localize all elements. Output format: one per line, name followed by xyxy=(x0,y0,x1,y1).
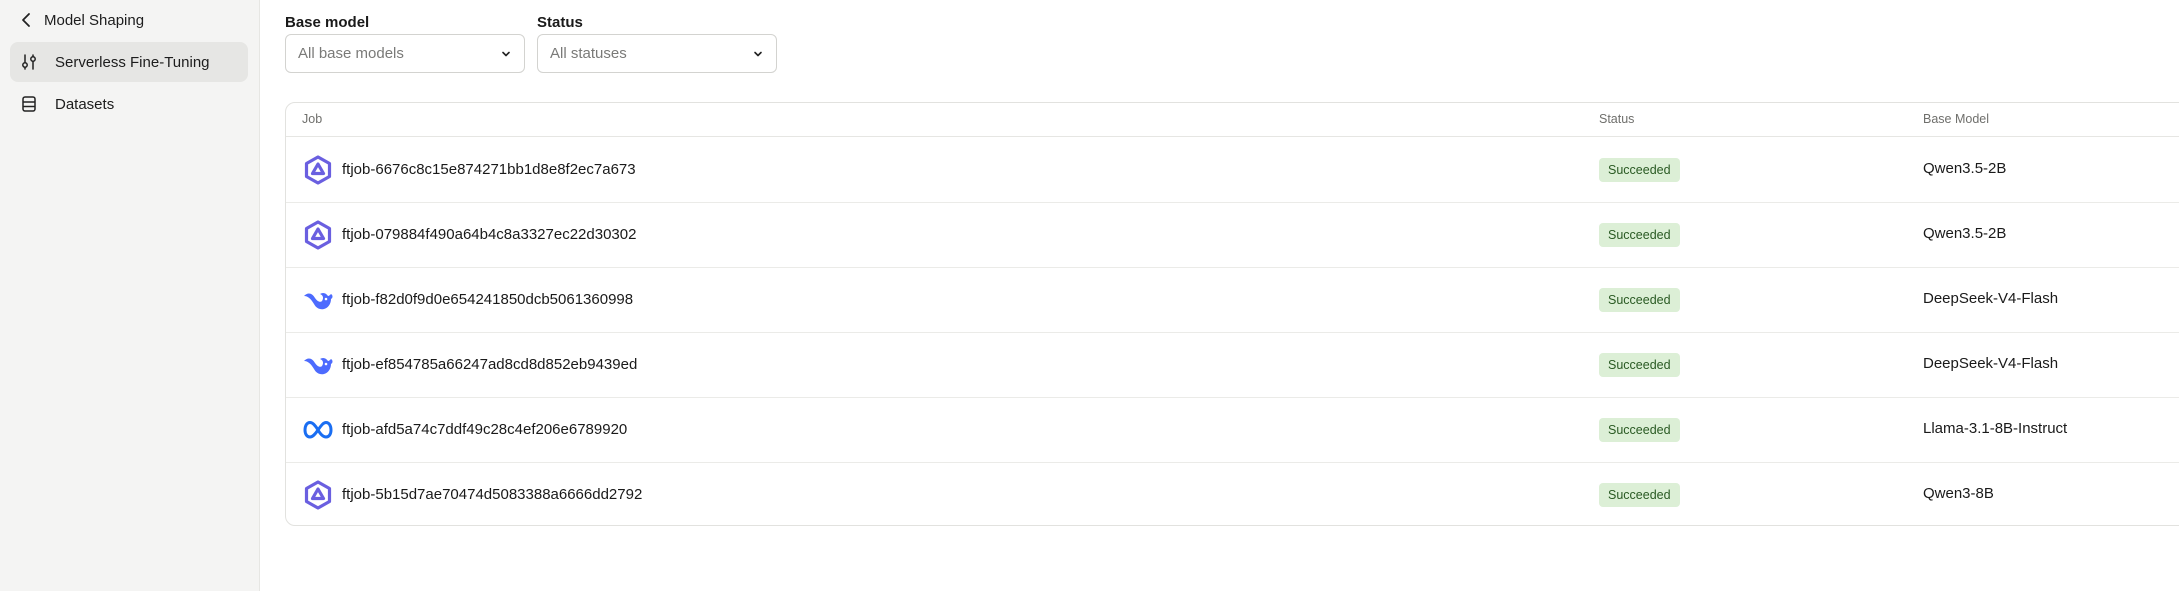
chevron-down-icon xyxy=(502,51,510,56)
sidebar-item-label: Datasets xyxy=(55,95,115,113)
qwen-icon xyxy=(304,480,332,510)
status-filter-label: Status xyxy=(537,14,583,31)
job-id[interactable]: ftjob-079884f490a64b4c8a3327ec22d30302 xyxy=(342,202,636,267)
column-header-status: Status xyxy=(1599,112,1635,126)
base-model-select[interactable]: All base models xyxy=(285,34,525,73)
job-id[interactable]: ftjob-6676c8c15e874271bb1d8e8f2ec7a673 xyxy=(342,137,636,202)
table-header: Job Status Base Model xyxy=(286,103,2179,137)
sidebar-item-serverless-fine-tuning[interactable]: Serverless Fine-Tuning xyxy=(10,42,248,82)
table-row[interactable]: ftjob-afd5a74c7ddf49c28c4ef206e6789920 S… xyxy=(286,397,2179,463)
table-row[interactable]: ftjob-ef854785a66247ad8cd8d852eb9439ed S… xyxy=(286,332,2179,398)
sidebar-item-label: Serverless Fine-Tuning xyxy=(55,53,210,71)
column-header-base-model: Base Model xyxy=(1923,112,1990,126)
sidebar: Model Shaping Serverless Fine-Tuning Dat… xyxy=(0,0,260,591)
job-id[interactable]: ftjob-ef854785a66247ad8cd8d852eb9439ed xyxy=(342,332,637,397)
base-model-cell: Qwen3.5-2B xyxy=(1923,160,2007,177)
base-model-cell: DeepSeek-V4-Flash xyxy=(1923,290,2059,307)
column-header-job: Job xyxy=(302,112,323,126)
database-icon xyxy=(22,96,36,112)
job-id[interactable]: ftjob-5b15d7ae70474d5083388a6666dd2792 xyxy=(342,462,642,527)
base-model-cell: DeepSeek-V4-Flash xyxy=(1923,355,2059,372)
base-model-cell: Llama-3.1-8B-Instruct xyxy=(1923,420,2068,437)
base-model-cell: Qwen3.5-2B xyxy=(1923,225,2007,242)
chevron-left-icon xyxy=(22,13,30,27)
qwen-icon xyxy=(304,220,332,250)
job-id[interactable]: ftjob-afd5a74c7ddf49c28c4ef206e6789920 xyxy=(342,397,627,462)
job-id[interactable]: ftjob-f82d0f9d0e654241850dcb5061360998 xyxy=(342,267,633,332)
sliders-icon xyxy=(22,54,36,70)
status-badge: Succeeded xyxy=(1599,418,1680,442)
meta-icon xyxy=(303,421,333,439)
base-model-filter-label: Base model xyxy=(285,14,370,31)
table-row[interactable]: ftjob-079884f490a64b4c8a3327ec22d30302 S… xyxy=(286,202,2179,268)
status-badge: Succeeded xyxy=(1599,158,1680,182)
status-select-value: All statuses xyxy=(550,45,627,62)
back-label: Model Shaping xyxy=(44,11,145,29)
status-badge: Succeeded xyxy=(1599,223,1680,247)
qwen-icon xyxy=(304,155,332,185)
base-model-select-value: All base models xyxy=(298,45,404,62)
table-row[interactable]: ftjob-6676c8c15e874271bb1d8e8f2ec7a673 S… xyxy=(286,137,2179,203)
sidebar-item-datasets[interactable]: Datasets xyxy=(10,84,248,124)
status-select[interactable]: All statuses xyxy=(537,34,777,73)
status-badge: Succeeded xyxy=(1599,483,1680,507)
status-badge: Succeeded xyxy=(1599,353,1680,377)
base-model-cell: Qwen3-8B xyxy=(1923,485,1994,502)
status-badge: Succeeded xyxy=(1599,288,1680,312)
back-to-model-shaping[interactable]: Model Shaping xyxy=(18,8,248,32)
deepseek-icon xyxy=(304,292,333,310)
chevron-down-icon xyxy=(754,51,762,56)
jobs-table: Job Status Base Model ftjob-6676c8c15e87… xyxy=(285,102,2179,526)
table-row[interactable]: ftjob-5b15d7ae70474d5083388a6666dd2792 S… xyxy=(286,462,2179,527)
table-row[interactable]: ftjob-f82d0f9d0e654241850dcb5061360998 S… xyxy=(286,267,2179,333)
deepseek-icon xyxy=(304,357,333,375)
